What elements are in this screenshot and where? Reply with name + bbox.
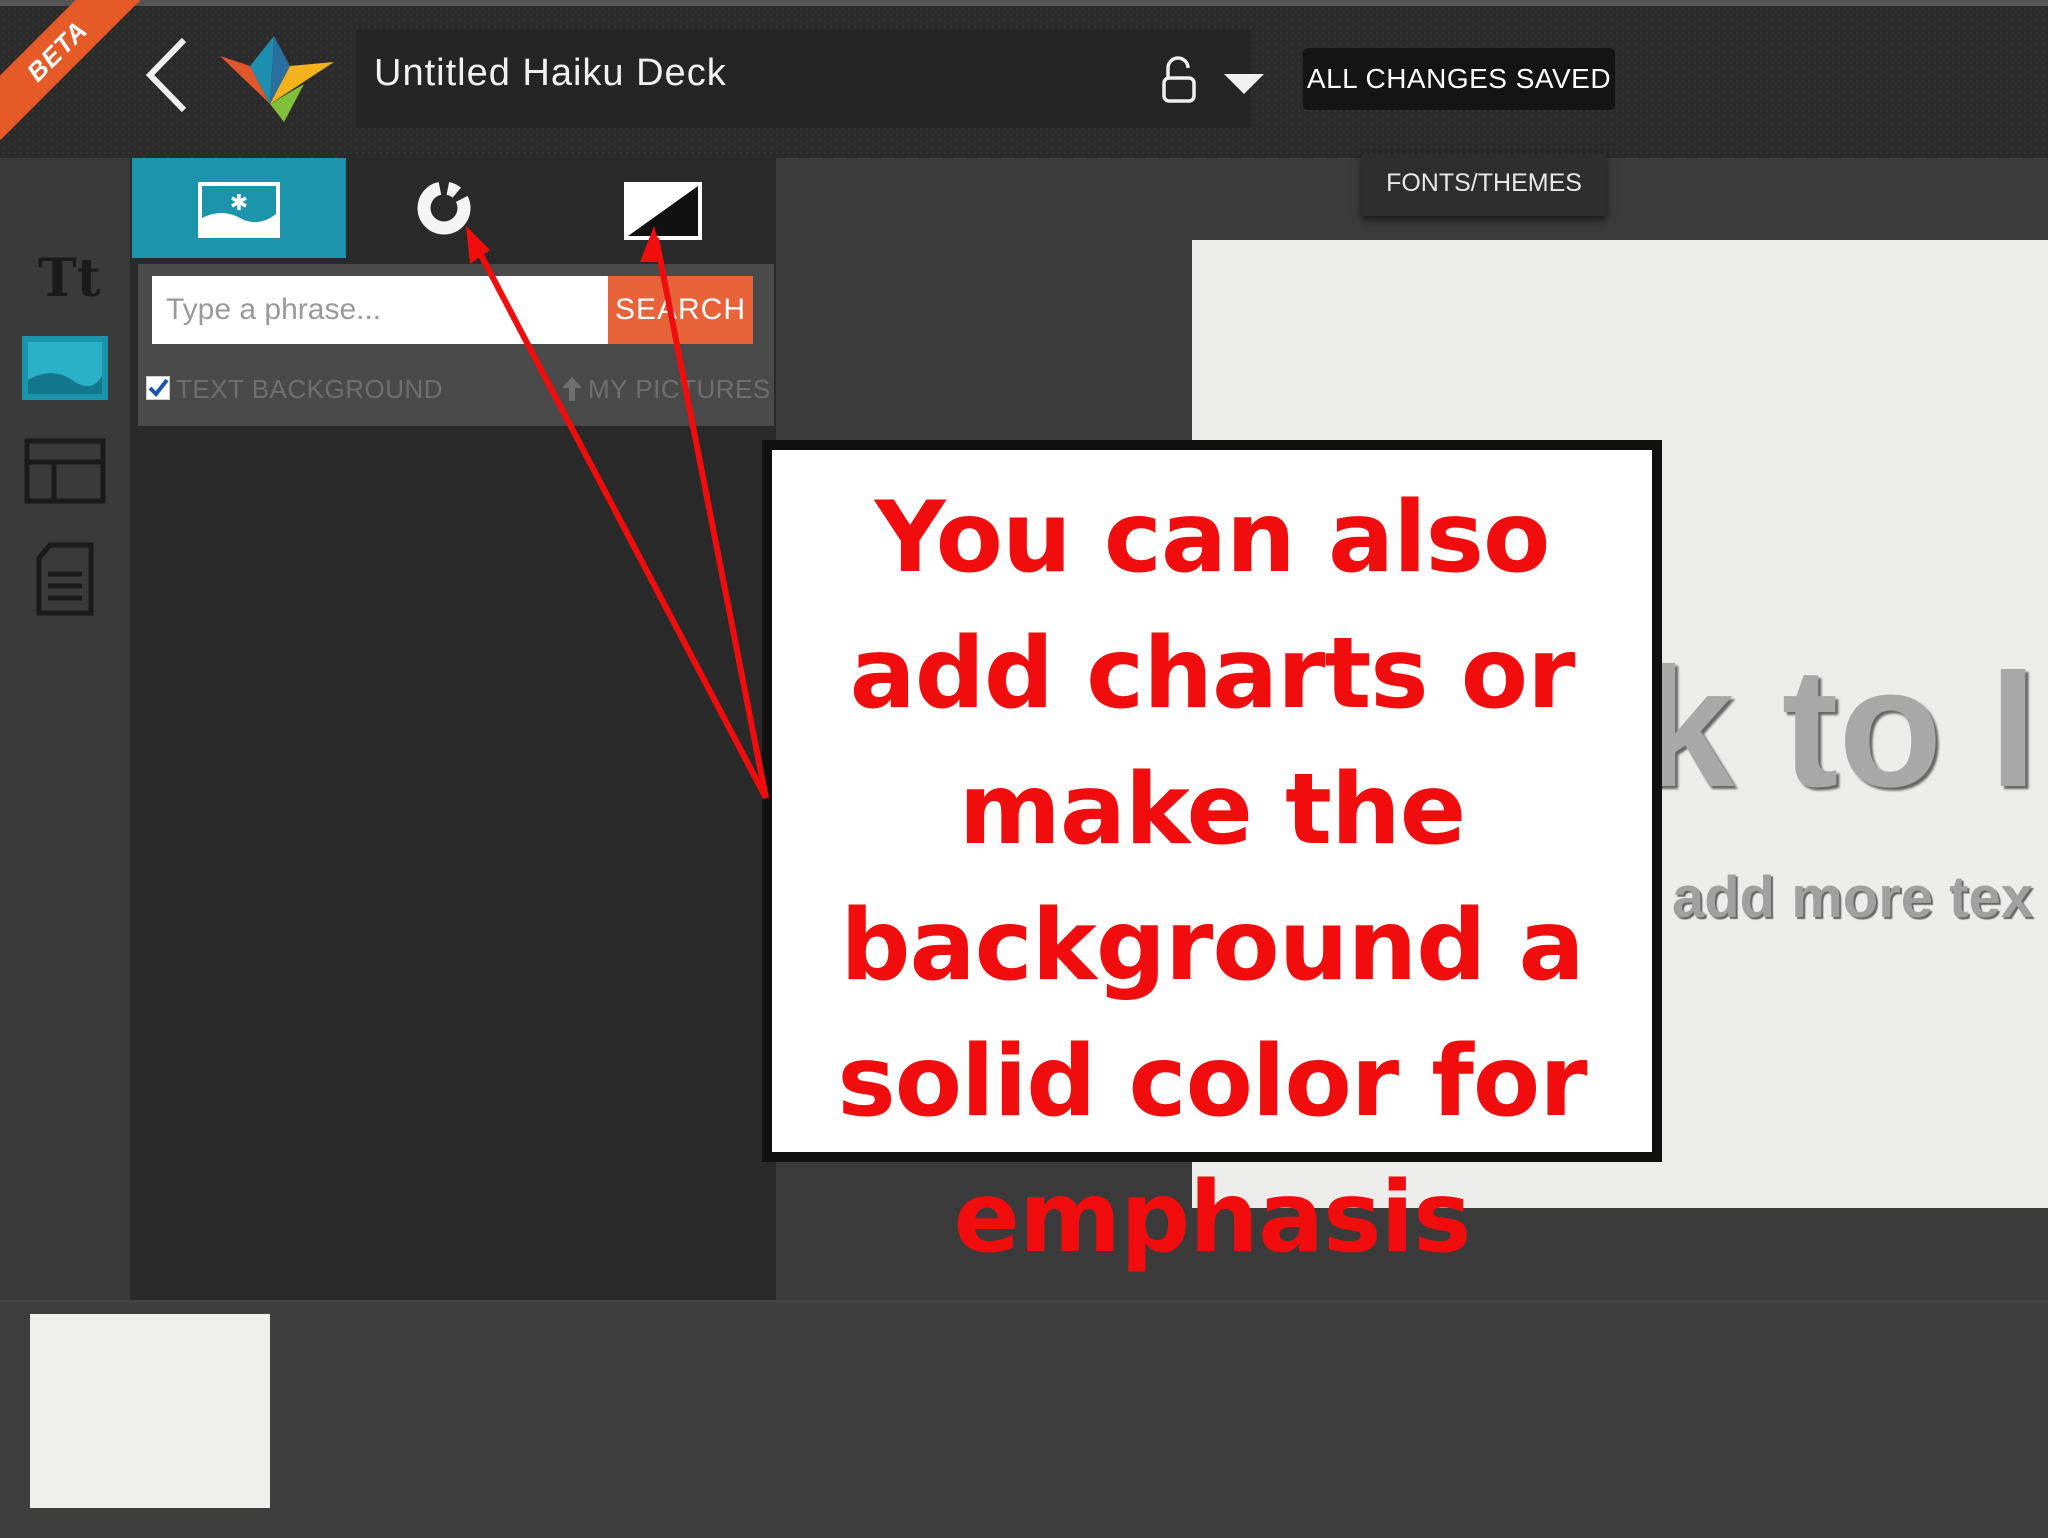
fonts-themes-tab[interactable]: FONTS/THEMES: [1362, 154, 1606, 216]
svg-text:✱: ✱: [230, 191, 248, 216]
solid-color-background-icon[interactable]: [620, 178, 706, 244]
save-status-badge: ALL CHANGES SAVED: [1303, 48, 1615, 110]
text-tool-icon[interactable]: Tt: [38, 248, 101, 309]
slide-subtitle[interactable]: add more tex: [1672, 864, 2033, 931]
slide-thumbnail[interactable]: [30, 1314, 270, 1508]
lock-open-icon[interactable]: [1160, 56, 1200, 104]
slide-filmstrip: [0, 1300, 2048, 1538]
search-button[interactable]: SEARCH: [608, 276, 753, 344]
haiku-deck-logo-icon: [220, 36, 334, 122]
upload-arrow-icon: [561, 376, 583, 407]
my-pictures-link[interactable]: MY PICTURES: [588, 374, 771, 405]
back-arrow-icon[interactable]: [140, 30, 200, 120]
chevron-down-icon[interactable]: [1222, 70, 1266, 96]
checkmark-icon: [148, 378, 169, 398]
image-tool-icon[interactable]: [22, 336, 108, 400]
tab-images[interactable]: ✱: [132, 158, 346, 258]
text-background-label: TEXT BACKGROUND: [176, 374, 444, 404]
annotation-text: You can also add charts or make the back…: [837, 481, 1587, 1275]
slide-title[interactable]: k to I: [1640, 630, 2037, 826]
left-toolbar: [0, 158, 130, 1300]
beta-badge: BETA: [0, 0, 148, 142]
chart-icon[interactable]: [414, 178, 474, 238]
layout-tool-icon[interactable]: [24, 438, 106, 504]
image-icon: ✱: [198, 182, 280, 238]
deck-title[interactable]: Untitled Haiku Deck: [374, 52, 727, 95]
notes-tool-icon[interactable]: [36, 542, 94, 616]
search-input[interactable]: [152, 276, 608, 344]
text-background-checkbox[interactable]: [146, 376, 170, 400]
